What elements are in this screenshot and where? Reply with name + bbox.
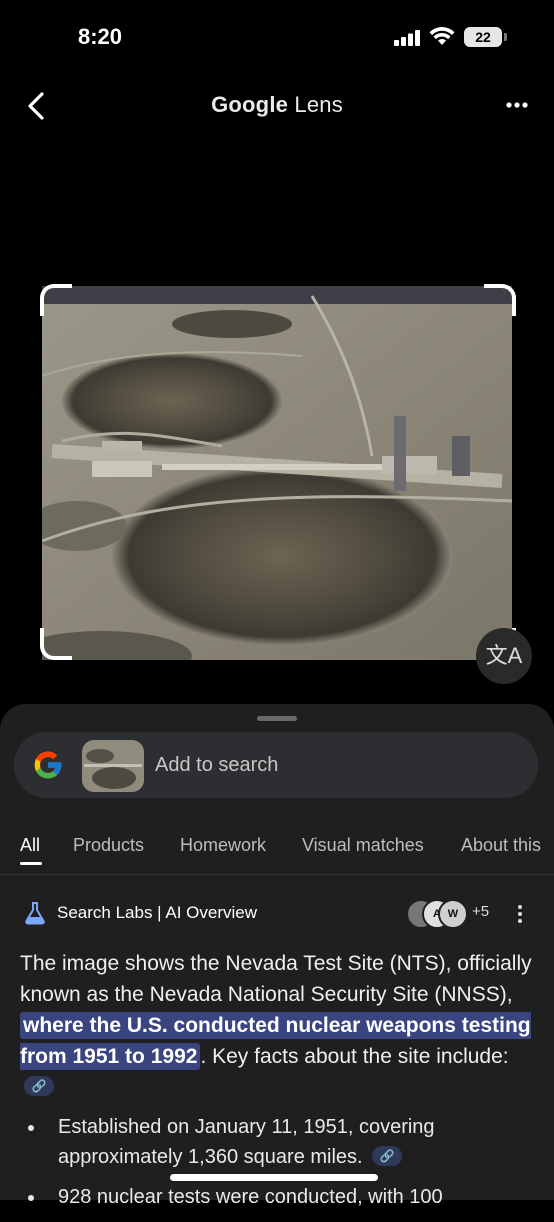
- crop-corner-top-right[interactable]: [484, 284, 516, 316]
- source-avatar: W: [438, 899, 468, 929]
- title-product: Lens: [288, 92, 343, 117]
- drag-handle[interactable]: [257, 716, 297, 721]
- page-title: Google Lens: [0, 92, 554, 118]
- home-indicator: [170, 1174, 378, 1181]
- wifi-icon: [429, 27, 455, 45]
- overview-text-after: . Key facts about the site include:: [200, 1045, 509, 1068]
- active-tab-indicator: [20, 862, 42, 865]
- tab-visual-matches[interactable]: Visual matches: [302, 835, 424, 856]
- image-thumbnail[interactable]: [82, 740, 144, 792]
- link-icon[interactable]: 🔗: [372, 1145, 403, 1166]
- list-item: Established on January 11, 1951, coverin…: [20, 1112, 540, 1172]
- more-vertical-icon[interactable]: [514, 902, 526, 926]
- bullet-text: 928 nuclear tests were conducted, with 1…: [58, 1186, 443, 1208]
- battery-indicator: 22: [464, 27, 502, 47]
- translate-icon[interactable]: 文A: [476, 628, 532, 684]
- crop-corner-top-left[interactable]: [40, 284, 72, 316]
- ai-overview-source[interactable]: Search Labs | AI Overview: [57, 903, 257, 923]
- tabs-divider: [0, 874, 554, 875]
- google-logo-icon: [34, 751, 62, 779]
- tab-all[interactable]: All: [20, 835, 40, 856]
- overview-text-before: The image shows the Nevada Test Site (NT…: [20, 952, 532, 1006]
- status-time: 8:20: [78, 24, 123, 49]
- status-bar: 8:20 22: [0, 0, 554, 70]
- more-horizontal-icon[interactable]: [500, 93, 534, 117]
- aerial-photo-graphic: [42, 286, 512, 660]
- captured-photo[interactable]: [42, 286, 512, 660]
- ai-overview-text: The image shows the Nevada Test Site (NT…: [20, 948, 540, 1103]
- tab-about-this[interactable]: About this: [461, 835, 541, 856]
- list-item: 928 nuclear tests were conducted, with 1…: [20, 1182, 540, 1212]
- tab-products[interactable]: Products: [73, 835, 144, 856]
- more-sources-count[interactable]: +5: [472, 903, 489, 920]
- thumbnail-graphic: [82, 740, 144, 792]
- crop-corner-bottom-left[interactable]: [40, 628, 72, 660]
- result-tabs: All Products Homework Visual matches Abo…: [0, 832, 554, 872]
- tab-homework[interactable]: Homework: [180, 835, 266, 856]
- results-sheet: Add to search All Products Homework Visu…: [0, 704, 554, 1208]
- overview-bullets: Established on January 11, 1951, coverin…: [20, 1112, 540, 1222]
- cell-signal-icon: [394, 30, 420, 46]
- add-to-search-placeholder[interactable]: Add to search: [155, 754, 278, 777]
- add-to-search-bar[interactable]: Add to search: [14, 732, 538, 798]
- flask-icon: [25, 902, 45, 925]
- title-brand: Google: [211, 92, 289, 117]
- bullet-dot: [28, 1195, 34, 1201]
- bullet-dot: [28, 1125, 34, 1131]
- link-icon[interactable]: 🔗: [24, 1076, 54, 1097]
- battery-tip: [504, 33, 507, 41]
